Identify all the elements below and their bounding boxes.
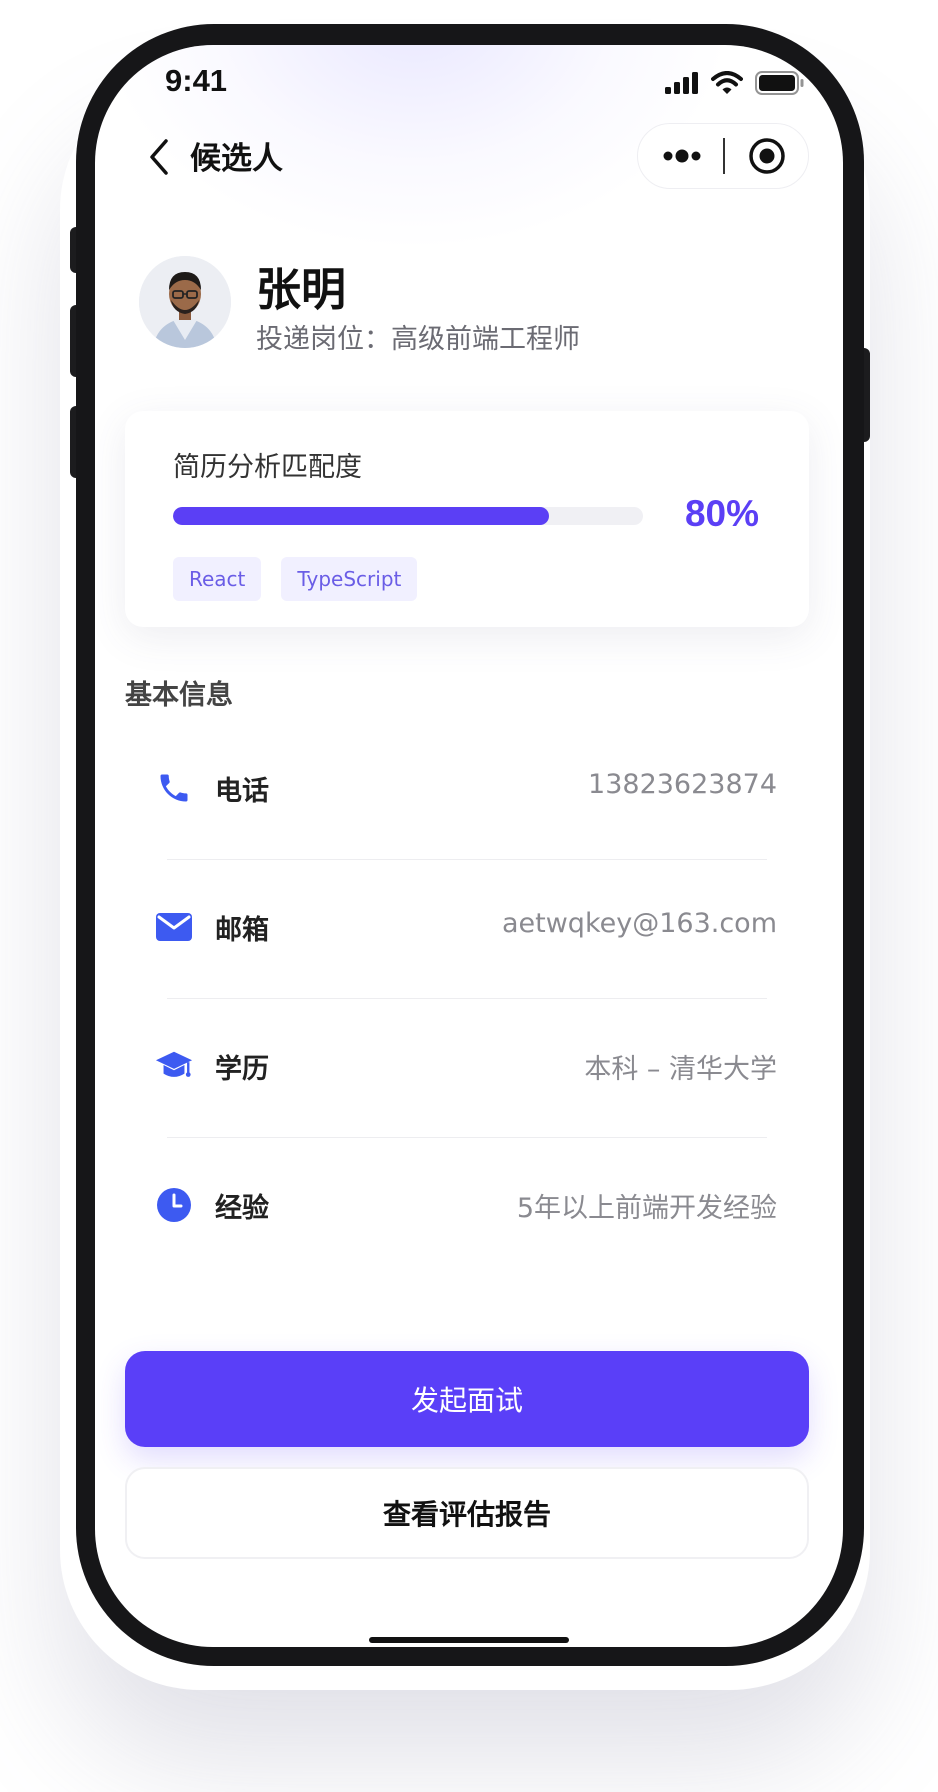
miniprogram-capsule [637,123,809,189]
candidate-position: 投递岗位：高级前端工程师 [256,324,580,355]
cellular-signal-icon [665,72,698,94]
home-indicator [369,1637,569,1643]
page-title: 候选人 [190,141,283,177]
info-label: 电话 [215,776,269,807]
wifi-icon [711,71,743,94]
info-row-email[interactable]: 邮箱 aetwqkey@163.com [125,860,809,999]
skill-tag: React [173,557,262,601]
status-icons [665,71,805,95]
candidate-name: 张明 [256,263,347,316]
avatar-portrait-icon [139,256,231,348]
capsule-divider [723,138,725,174]
info-label: 邮箱 [215,915,269,946]
mail-icon [155,908,193,946]
info-value-email: aetwqkey@163.com [501,908,777,939]
skill-tag: TypeScript [281,557,418,601]
more-dots-icon [663,149,701,163]
status-time: 9:41 [165,63,228,98]
match-percent: 80% [684,493,759,534]
clock-icon [155,1186,193,1224]
info-label: 学历 [215,1054,269,1085]
start-interview-button[interactable]: 发起面试 [125,1351,809,1447]
skill-tags: React TypeScript [173,557,418,601]
info-row-phone[interactable]: 电话 13823623874 [125,721,809,860]
close-miniprogram-button[interactable] [742,124,792,188]
avatar [139,256,231,348]
target-circle-icon [749,138,785,174]
battery-icon [755,71,804,95]
info-value-experience: 5年以上前端开发经验 [516,1193,777,1224]
phone-screen: 9:41 候选人 张明 投递岗位：高级前端工程师 简历分析匹配度 80% Rea… [95,45,843,1647]
match-progress-fill [173,507,549,525]
graduation-cap-icon [155,1047,193,1085]
basic-info-list: 电话 13823623874 邮箱 aetwqkey@163.com 学历 本科… [125,721,809,1277]
chevron-left-icon [150,139,168,175]
match-title: 简历分析匹配度 [173,452,362,483]
section-title-basic-info: 基本信息 [125,680,233,711]
info-value-phone: 13823623874 [588,769,777,800]
info-row-experience[interactable]: 经验 5年以上前端开发经验 [125,1138,809,1277]
info-label: 经验 [215,1193,269,1224]
view-report-button[interactable]: 查看评估报告 [125,1467,809,1559]
match-progress-bar [173,507,643,525]
more-button[interactable] [660,124,704,188]
back-button[interactable] [137,131,181,183]
info-row-education[interactable]: 学历 本科 – 清华大学 [125,999,809,1138]
match-card: 简历分析匹配度 80% React TypeScript [125,411,809,627]
phone-icon [155,769,193,807]
info-value-education: 本科 – 清华大学 [584,1054,777,1085]
